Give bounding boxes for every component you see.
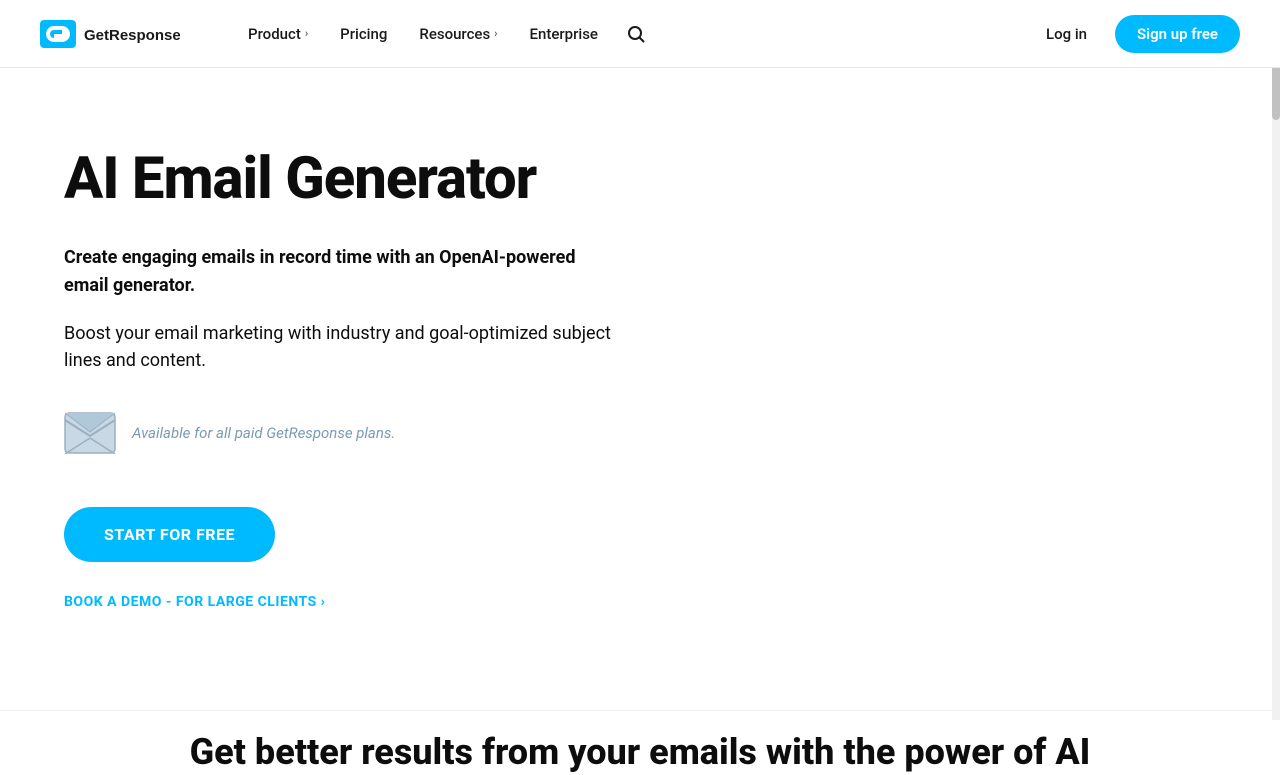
scrollbar[interactable]	[1272, 0, 1280, 720]
nav-right: Log in Sign up free	[1034, 15, 1240, 53]
nav-item-enterprise[interactable]: Enterprise	[518, 17, 610, 51]
bottom-title: Get better results from your emails with…	[40, 731, 1240, 774]
getresponse-wordmark: GetResponse	[84, 23, 204, 45]
envelope-icon-wrap	[64, 407, 116, 459]
availability-text: Available for all paid GetResponse plans…	[132, 424, 395, 442]
hero-subtitle-regular: Boost your email marketing with industry…	[64, 320, 620, 376]
start-free-button[interactable]: START FOR FREE	[64, 507, 275, 562]
nav-item-pricing[interactable]: Pricing	[328, 17, 399, 51]
hero-subtitle-bold: Create engaging emails in record time wi…	[64, 244, 620, 300]
login-button[interactable]: Log in	[1034, 17, 1099, 51]
getresponse-logo-icon	[40, 20, 76, 48]
svg-text:GetResponse: GetResponse	[84, 27, 181, 44]
envelope-icon	[64, 412, 116, 454]
search-button[interactable]	[618, 16, 654, 52]
product-chevron-icon: ›	[305, 27, 308, 40]
signup-button[interactable]: Sign up free	[1115, 15, 1240, 53]
availability-row: Available for all paid GetResponse plans…	[64, 407, 620, 459]
page-title: AI Email Generator	[64, 148, 620, 212]
resources-chevron-icon: ›	[494, 27, 497, 40]
navbar: GetResponse Product › Pricing Resources …	[0, 0, 1280, 68]
nav-item-product[interactable]: Product ›	[236, 17, 320, 51]
search-icon	[626, 24, 646, 44]
logo-link[interactable]: GetResponse	[40, 20, 204, 48]
book-demo-link[interactable]: BOOK A DEMO - FOR LARGE CLIENTS ›	[64, 594, 620, 610]
nav-item-resources[interactable]: Resources ›	[407, 17, 509, 51]
hero-section: AI Email Generator Create engaging email…	[0, 68, 1280, 710]
nav-links: Product › Pricing Resources › Enterprise	[236, 16, 1034, 52]
